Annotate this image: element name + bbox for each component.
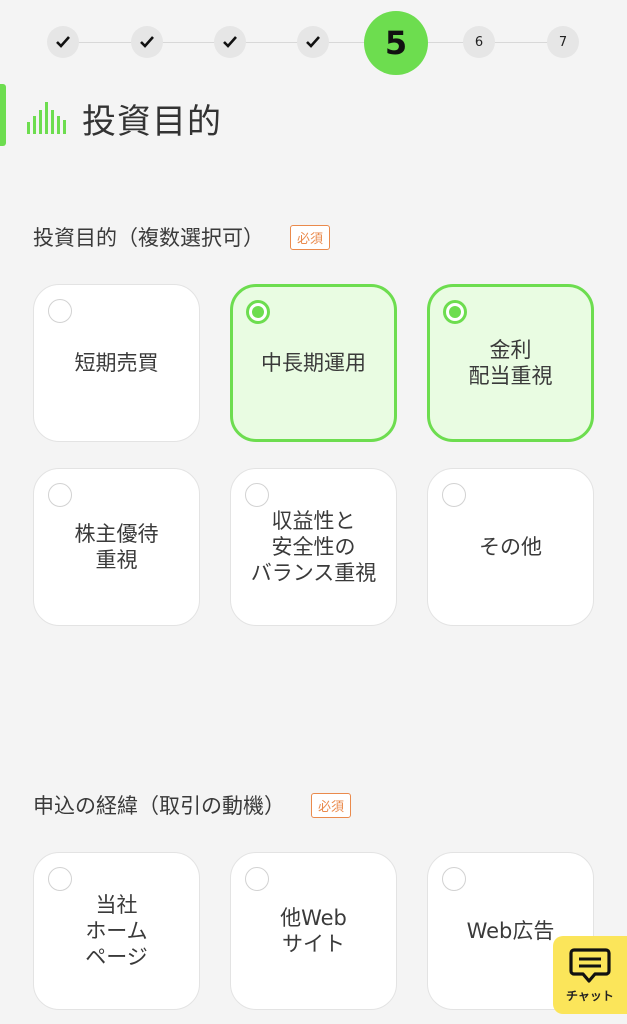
step-number: 7 xyxy=(558,34,568,50)
step-6: 6 xyxy=(463,26,495,58)
radio-indicator[interactable] xyxy=(48,299,72,323)
chat-button[interactable]: チャット xyxy=(553,936,627,1014)
option-shareholder-benefits[interactable]: 株主優待 重視 xyxy=(33,468,200,626)
option-interest-dividend[interactable]: 金利 配当重視 xyxy=(427,284,594,442)
bar-chart-icon xyxy=(27,102,66,134)
step-1-complete xyxy=(47,26,79,58)
option-label: 株主優待 重視 xyxy=(74,522,159,572)
radio-indicator[interactable] xyxy=(245,867,269,891)
option-other-website[interactable]: 他Web サイト xyxy=(230,852,397,1010)
option-other[interactable]: その他 xyxy=(427,468,594,626)
question-label: 投資目的（複数選択可） xyxy=(33,226,264,250)
option-label: 短期売買 xyxy=(74,351,159,375)
radio-indicator[interactable] xyxy=(246,300,270,324)
step-2-complete xyxy=(131,26,163,58)
step-7: 7 xyxy=(547,26,579,58)
progress-stepper: 5 6 7 xyxy=(0,0,627,88)
option-label: 他Web サイト xyxy=(280,906,347,956)
step-4-complete xyxy=(297,26,329,58)
option-balance-profit-safety[interactable]: 収益性と 安全性の バランス重視 xyxy=(230,468,397,626)
option-label: 当社 ホーム ページ xyxy=(85,893,148,969)
option-label: Web広告 xyxy=(466,919,555,943)
radio-indicator[interactable] xyxy=(442,483,466,507)
question-application-reason: 申込の経緯（取引の動機） 必須 xyxy=(33,790,352,820)
radio-indicator[interactable] xyxy=(443,300,467,324)
section-header: 投資目的 xyxy=(0,84,627,146)
option-label: 金利 配当重視 xyxy=(468,338,553,388)
step-3-complete xyxy=(214,26,246,58)
header-accent-bar xyxy=(0,84,6,146)
check-icon xyxy=(56,36,70,48)
page-title: 投資目的 xyxy=(82,102,222,142)
radio-indicator[interactable] xyxy=(48,867,72,891)
option-short-term-trading[interactable]: 短期売買 xyxy=(33,284,200,442)
check-icon xyxy=(306,36,320,48)
option-mid-long-term[interactable]: 中長期運用 xyxy=(230,284,397,442)
required-badge: 必須 xyxy=(290,224,331,250)
question-investment-purpose: 投資目的（複数選択可） 必須 xyxy=(33,222,331,252)
step-current: 5 xyxy=(364,11,428,75)
check-icon xyxy=(140,36,154,48)
required-badge: 必須 xyxy=(311,792,352,818)
option-label: 収益性と 安全性の バランス重視 xyxy=(250,509,377,585)
radio-indicator[interactable] xyxy=(48,483,72,507)
step-number: 6 xyxy=(474,34,484,50)
chat-label: チャット xyxy=(566,988,614,1003)
radio-indicator[interactable] xyxy=(245,483,269,507)
chat-bubble-icon xyxy=(569,947,611,983)
option-label: その他 xyxy=(479,535,542,559)
option-label: 中長期運用 xyxy=(261,351,366,375)
option-company-homepage[interactable]: 当社 ホーム ページ xyxy=(33,852,200,1010)
radio-indicator[interactable] xyxy=(442,867,466,891)
question-label: 申込の経緯（取引の動機） xyxy=(33,794,285,818)
check-icon xyxy=(223,36,237,48)
step-number: 5 xyxy=(384,24,408,62)
